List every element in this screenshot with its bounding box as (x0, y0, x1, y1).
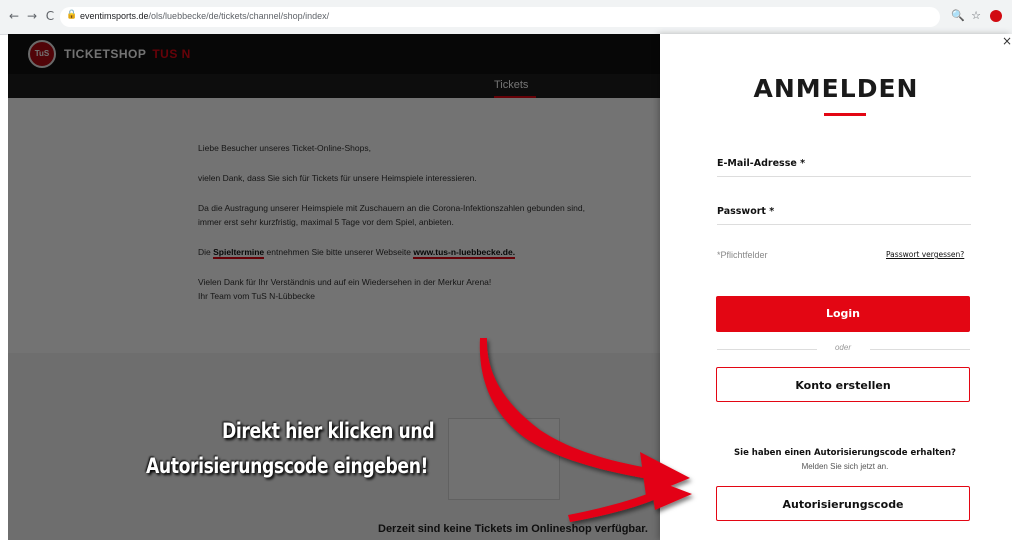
logo-suffix: TUS N (152, 47, 191, 61)
star-icon[interactable]: ☆ (968, 8, 984, 24)
password-label: Passwort * (717, 206, 775, 217)
welcome-greeting: Liebe Besucher unseres Ticket-Online-Sho… (198, 143, 371, 153)
extension-icon[interactable] (990, 10, 1002, 22)
auth-subtext: Melden Sie sich jetzt an. (801, 462, 889, 471)
logo-text: TICKETSHOP (64, 47, 147, 61)
welcome-line-2: Da die Austragung unserer Heimspiele mit… (198, 203, 585, 213)
club-logo[interactable]: TuS (28, 40, 56, 68)
back-icon[interactable]: ← (6, 8, 22, 24)
forward-icon[interactable]: → (24, 8, 40, 24)
login-title: ANMELDEN (753, 74, 919, 103)
line4-mid: entnehmen Sie bitte unserer Webseite (266, 247, 411, 257)
url-text: eventimsports.de/ols/luebbecke/de/ticket… (80, 11, 329, 21)
login-panel: × ANMELDEN E-Mail-Adresse * Passwort * *… (660, 34, 1012, 540)
line4-pre: Die (198, 247, 211, 257)
annotation-line-2: Autorisierungscode eingeben! (146, 454, 428, 478)
url-domain: eventimsports.de (80, 11, 149, 21)
email-label: E-Mail-Adresse * (717, 158, 806, 169)
title-underline (824, 113, 866, 116)
email-field[interactable] (717, 176, 971, 177)
welcome-thanks: Vielen Dank für Ihr Verständnis und auf … (198, 277, 492, 287)
nav-item-tickets[interactable]: Tickets (494, 79, 528, 91)
password-field[interactable] (717, 224, 971, 225)
authorization-code-button[interactable]: Autorisierungscode (716, 486, 970, 521)
website-link[interactable]: www.tus-n-luebbecke.de. (413, 247, 516, 259)
browser-toolbar: ← → C 🔒 eventimsports.de/ols/luebbecke/d… (0, 0, 1012, 35)
address-bar[interactable]: 🔒 eventimsports.de/ols/luebbecke/de/tick… (60, 7, 940, 27)
no-tickets-text: Derzeit sind keine Tickets im Onlineshop… (378, 523, 648, 535)
lock-icon: 🔒 (66, 10, 78, 20)
create-account-button[interactable]: Konto erstellen (716, 367, 970, 402)
forgot-password-link[interactable]: Passwort vergessen? (886, 250, 964, 259)
spieltermine-link[interactable]: Spieltermine (213, 247, 265, 259)
annotation-line-1: Direkt hier klicken und (222, 419, 435, 443)
login-button[interactable]: Login (716, 296, 970, 332)
empty-state-illustration (448, 418, 560, 500)
shop-logo-text[interactable]: TICKETSHOP TUS N (64, 47, 191, 61)
close-icon[interactable]: × (1002, 34, 1012, 48)
reload-icon[interactable]: C (42, 8, 58, 24)
welcome-line-4: Die Spieltermine entnehmen Sie bitte uns… (198, 246, 678, 259)
required-note: *Pflichtfelder (717, 250, 768, 260)
zoom-icon[interactable]: 🔍 (950, 8, 966, 24)
divider-right (870, 349, 970, 350)
url-path: /ols/luebbecke/de/tickets/channel/shop/i… (148, 11, 330, 21)
or-text: oder (834, 343, 851, 352)
welcome-line-1: vielen Dank, dass Sie sich für Tickets f… (198, 173, 477, 183)
auth-question: Sie haben einen Autorisierungscode erhal… (734, 448, 956, 458)
welcome-signature: Ihr Team vom TuS N-Lübbecke (198, 291, 316, 301)
welcome-line-3: immer erst sehr kurzfristig, maximal 5 T… (198, 217, 454, 227)
